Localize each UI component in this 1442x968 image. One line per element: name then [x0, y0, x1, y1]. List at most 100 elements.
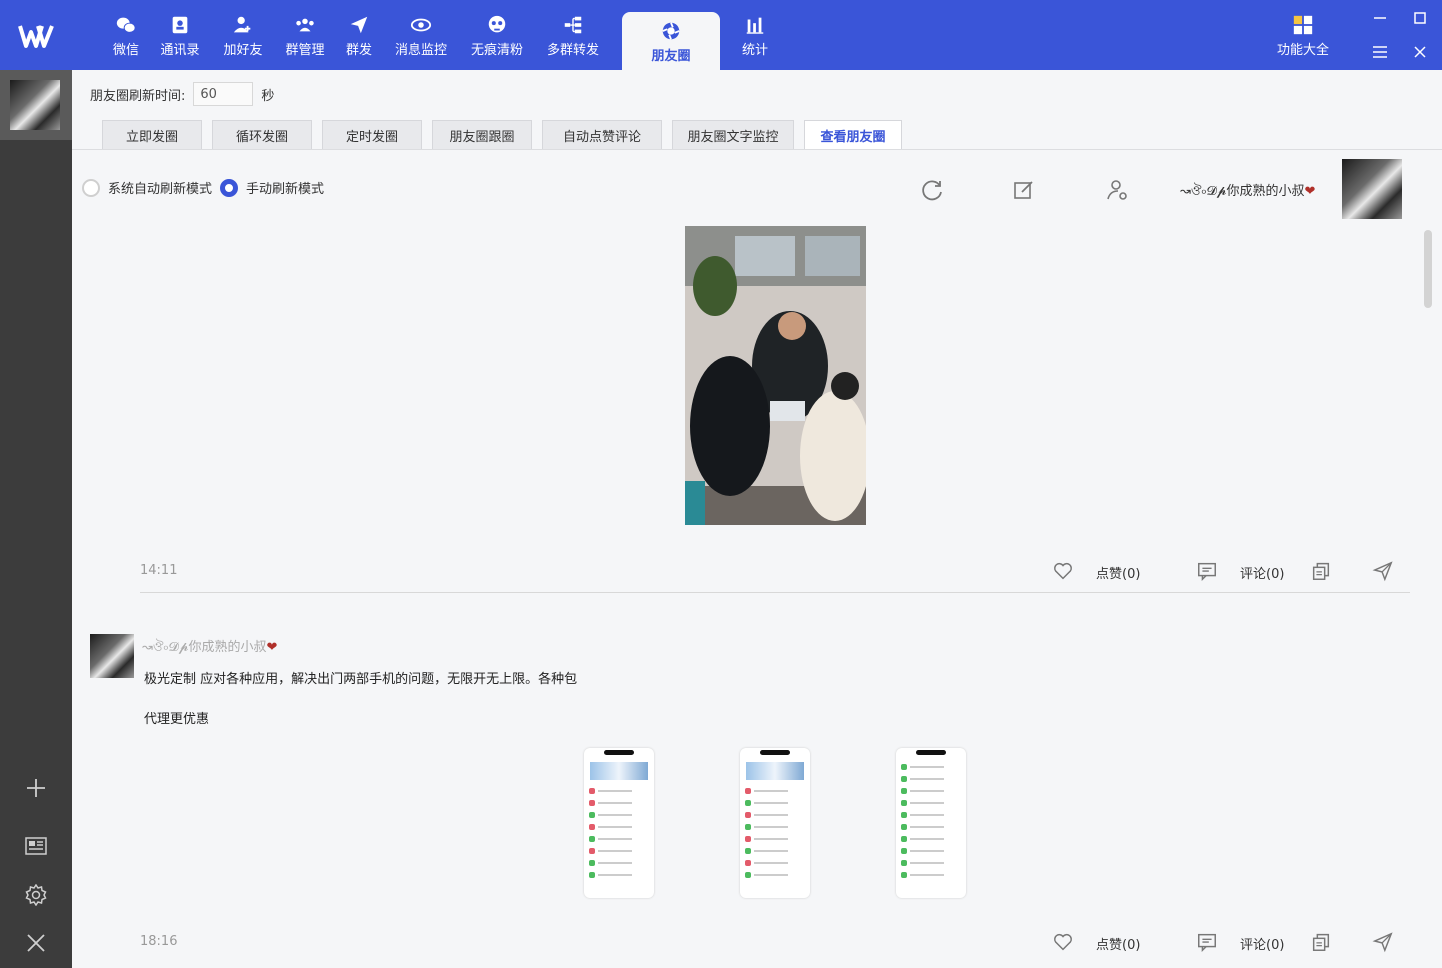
comment-button[interactable]: 评论(0): [1240, 563, 1284, 582]
phone-banner: [590, 762, 648, 780]
minimize-button[interactable]: [1368, 6, 1392, 30]
add-account-button[interactable]: [20, 772, 52, 804]
phone-row: [745, 824, 805, 830]
nav-statistics[interactable]: 统计: [736, 0, 774, 70]
settings-button[interactable]: [20, 879, 52, 911]
post-screenshot[interactable]: [584, 748, 654, 898]
refresh-mode-selector: 系统自动刷新模式 手动刷新模式: [82, 178, 324, 197]
tab-view-moments[interactable]: 查看朋友圈: [804, 120, 902, 150]
nav-label: 通讯录: [160, 42, 200, 58]
refresh-icon[interactable]: [920, 178, 944, 202]
nav-label: 统计: [741, 42, 768, 58]
forward-icon: [561, 13, 585, 37]
heart-icon[interactable]: [1052, 931, 1074, 953]
nav-wechat[interactable]: 微信: [104, 0, 148, 70]
maximize-button[interactable]: [1408, 6, 1432, 30]
phone-row: [745, 860, 805, 866]
phone-row: [901, 836, 961, 842]
send-icon: [347, 13, 371, 37]
top-navigation-bar: 微信 通讯录 加好友 群管理 群发 消息监控 无痕清粉 多群转发 朋友圈 统计 …: [0, 0, 1442, 70]
tab-post-now[interactable]: 立即发圈: [102, 120, 202, 150]
heart-icon[interactable]: [1052, 560, 1074, 582]
nav-clean-fans[interactable]: 无痕清粉: [466, 0, 528, 70]
heart-emoji: ❤: [266, 640, 278, 655]
hamburger-icon: [1373, 46, 1387, 58]
phone-row: [901, 764, 961, 770]
nav-moments[interactable]: 朋友圈: [622, 12, 720, 70]
phone-row: [901, 812, 961, 818]
like-button[interactable]: 点赞(0): [1096, 934, 1140, 953]
auto-refresh-radio[interactable]: [82, 178, 100, 197]
auto-refresh-label: 系统自动刷新模式: [108, 182, 213, 197]
phone-banner: [746, 762, 804, 780]
scrollbar[interactable]: [1424, 230, 1432, 308]
tab-auto-like-comment[interactable]: 自动点赞评论: [542, 120, 662, 150]
user-settings-icon[interactable]: [1105, 178, 1129, 202]
tab-follow-post[interactable]: 朋友圈跟圈: [432, 120, 532, 150]
grid-icon: [1291, 13, 1315, 37]
tab-scheduled-post[interactable]: 定时发圈: [322, 120, 422, 150]
phone-row: [589, 812, 649, 818]
phone-row: [589, 860, 649, 866]
manual-refresh-radio[interactable]: [220, 178, 239, 197]
poster-nickname-text: ↝ঔ৹𝓓𝓹你成熟的小叔: [142, 640, 267, 655]
nav-label: 功能大全: [1276, 42, 1329, 58]
nav-all-features[interactable]: 功能大全: [1270, 0, 1336, 70]
nav-contacts[interactable]: 通讯录: [155, 0, 205, 70]
phone-row: [901, 824, 961, 830]
nav-label: 群发: [345, 42, 372, 58]
add-friend-icon: [231, 13, 255, 37]
stats-icon: [743, 13, 767, 37]
post-screenshot[interactable]: [740, 748, 810, 898]
post-screenshot[interactable]: [896, 748, 966, 898]
tab-text-monitor[interactable]: 朋友圈文字监控: [672, 120, 794, 150]
copy-icon[interactable]: [1310, 560, 1332, 582]
moments-icon: [659, 19, 683, 43]
eye-icon: [409, 13, 433, 37]
current-account-avatar[interactable]: [1342, 159, 1402, 219]
app-logo-icon: [18, 25, 54, 48]
refresh-setting: 朋友圈刷新时间: 秒: [90, 82, 274, 106]
post-photo[interactable]: [685, 226, 866, 525]
nav-multi-group-forward[interactable]: 多群转发: [542, 0, 604, 70]
comment-button[interactable]: 评论(0): [1240, 934, 1284, 953]
skull-icon: [485, 13, 509, 37]
comment-icon[interactable]: [1196, 560, 1218, 582]
nav-add-friend[interactable]: 加好友: [218, 0, 268, 70]
tab-loop-post[interactable]: 循环发圈: [212, 120, 312, 150]
poster-nickname[interactable]: ↝ঔ৹𝓓𝓹你成熟的小叔❤: [142, 636, 277, 659]
account-avatar[interactable]: [10, 80, 60, 130]
nav-label: 无痕清粉: [470, 42, 523, 58]
nav-message-monitor[interactable]: 消息监控: [390, 0, 452, 70]
refresh-interval-input[interactable]: [193, 82, 254, 106]
phone-row: [589, 872, 649, 878]
phone-row: [589, 824, 649, 830]
phone-row: [901, 788, 961, 794]
post-time: 18:16: [140, 934, 178, 949]
comment-icon[interactable]: [1196, 931, 1218, 953]
nav-label: 朋友圈: [651, 48, 691, 64]
close-window-button[interactable]: [1408, 40, 1432, 64]
account-switcher[interactable]: [0, 70, 72, 140]
nav-mass-send[interactable]: 群发: [340, 0, 378, 70]
like-button[interactable]: 点赞(0): [1096, 563, 1140, 582]
menu-button[interactable]: [1368, 40, 1392, 64]
heart-emoji: ❤: [1304, 184, 1316, 199]
phone-row: [901, 776, 961, 782]
gear-icon: [25, 884, 47, 906]
nav-label: 消息监控: [394, 42, 447, 58]
phone-row: [589, 848, 649, 854]
card-button[interactable]: [20, 830, 52, 862]
close-icon: [1414, 46, 1426, 58]
share-icon[interactable]: [1372, 931, 1394, 953]
copy-icon[interactable]: [1310, 931, 1332, 953]
group-icon: [293, 13, 317, 37]
current-account-name: ↝ঔ৹𝓓𝓹你成熟的小叔❤: [1180, 180, 1315, 203]
poster-avatar[interactable]: [90, 634, 134, 678]
exit-button[interactable]: [20, 927, 52, 959]
post-divider: [140, 592, 1410, 593]
refresh-unit: 秒: [261, 88, 275, 104]
edit-icon[interactable]: [1012, 178, 1036, 202]
nav-group-manage[interactable]: 群管理: [280, 0, 330, 70]
share-icon[interactable]: [1372, 560, 1394, 582]
